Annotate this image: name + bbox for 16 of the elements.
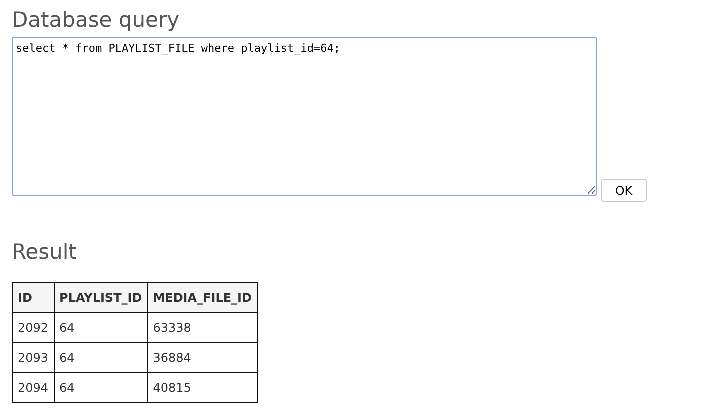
column-header: PLAYLIST_ID xyxy=(54,282,148,312)
section-title: Result xyxy=(12,239,78,266)
table-cell: 40815 xyxy=(148,372,258,402)
table-cell: 36884 xyxy=(148,342,258,372)
table-cell: 64 xyxy=(54,342,148,372)
table-cell: 2094 xyxy=(12,372,54,402)
column-header: MEDIA_FILE_ID xyxy=(148,282,258,312)
ok-button[interactable]: OK xyxy=(601,179,647,202)
table-cell: 2092 xyxy=(12,312,54,342)
table-cell: 2093 xyxy=(12,342,54,372)
table-cell: 64 xyxy=(54,372,148,402)
page-title: Database query xyxy=(12,7,180,34)
table-cell: 63338 xyxy=(148,312,258,342)
table-cell: 64 xyxy=(54,312,148,342)
column-header: ID xyxy=(12,282,54,312)
query-field[interactable]: select * from PLAYLIST_FILE where playlist_id=64; xyxy=(12,37,597,196)
